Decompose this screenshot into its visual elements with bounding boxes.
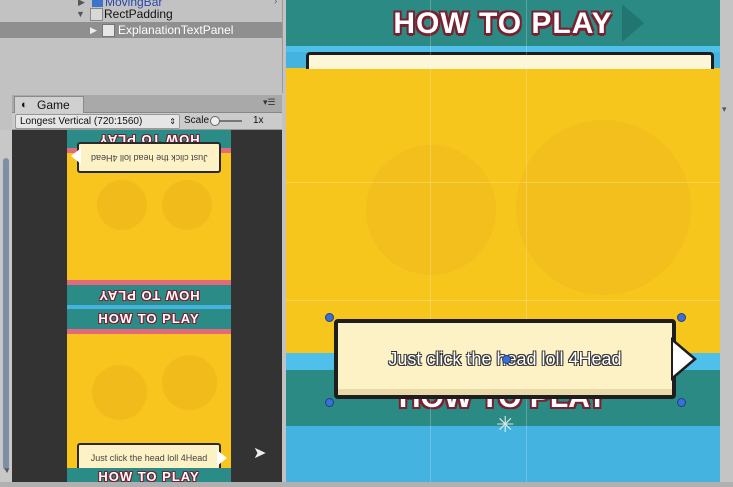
mini-title-flipped: HOW TO PLAY — [98, 288, 200, 303]
rect-handle-bottom-left[interactable] — [325, 398, 334, 407]
content-frame — [306, 52, 714, 69]
grid-line — [430, 0, 431, 482]
mini-text: Just click the head loll 4Head — [90, 453, 208, 463]
game-scrollbar-thumb[interactable] — [3, 158, 9, 470]
grid-line — [526, 0, 527, 482]
face-circle — [366, 145, 496, 275]
mini-title: HOW TO PLAY — [98, 311, 200, 326]
grid-line — [286, 182, 720, 183]
game-view[interactable]: HOW TO PLAY Just click the head loll 4He… — [12, 130, 282, 482]
rect-handle-top-left[interactable] — [325, 313, 334, 322]
mini-face-circle — [92, 365, 147, 420]
dropdown-arrows-icon: ⇕ — [169, 117, 176, 126]
scene-title: HOW TO PLAY — [393, 7, 613, 40]
scale-slider[interactable] — [210, 116, 242, 126]
tab-label: Game — [37, 98, 70, 112]
scene-right-panel: ▾ — [720, 0, 733, 482]
hierarchy-item-label: ExplanationTextPanel — [118, 23, 234, 37]
gameobject-cube-icon — [90, 8, 103, 21]
expand-triangle-icon[interactable]: ▶ — [90, 22, 97, 38]
mini-face-circle — [97, 180, 147, 230]
scene-view[interactable]: HOW TO PLAY HOW TO PLAY Just click the h… — [286, 0, 720, 482]
bottom-strip — [0, 482, 733, 487]
dropdown-arrow-icon[interactable]: ▾ — [722, 104, 727, 115]
mouse-cursor-icon: ➤ — [253, 445, 267, 462]
mini-pink-stripe — [67, 329, 231, 334]
next-arrow-icon[interactable] — [673, 342, 693, 376]
grid-line — [286, 300, 720, 301]
mini-phone-preview: HOW TO PLAY Just click the head loll 4He… — [67, 130, 231, 482]
rect-handle-bottom-right[interactable] — [677, 398, 686, 407]
mini-text-flipped: Just click the head loll 4Head — [90, 153, 208, 163]
resolution-label: Longest Vertical (720:1560) — [20, 116, 143, 127]
pivot-handle[interactable] — [502, 355, 511, 364]
rect-handle-top-right[interactable] — [677, 313, 686, 322]
game-toolbar: Longest Vertical (720:1560) ⇕ Scale 1x — [12, 113, 282, 130]
scale-value: 1x — [253, 115, 264, 126]
face-circle — [516, 120, 691, 295]
mini-arrow-right-icon — [217, 450, 227, 466]
chevron-right-icon[interactable]: › — [274, 0, 277, 7]
mini-face-circle — [162, 180, 212, 230]
collapse-triangle-icon[interactable]: ▼ — [76, 6, 85, 22]
gameobject-cube-icon — [102, 24, 115, 37]
mini-text-panel-flipped: Just click the head loll 4Head — [77, 142, 221, 173]
tab-game[interactable]: ◐ Game — [14, 96, 84, 113]
panel-menu-icon[interactable]: ▾☰ — [263, 97, 276, 108]
hierarchy-item-rectpadding[interactable]: ▼ RectPadding — [0, 6, 282, 22]
anchor-icon[interactable]: ✳ — [496, 412, 514, 438]
mini-arrow-left-icon — [71, 148, 81, 164]
scale-slider-thumb[interactable] — [210, 116, 220, 126]
scale-label: Scale — [184, 115, 210, 126]
hierarchy-item-label: RectPadding — [104, 7, 173, 21]
resolution-dropdown[interactable]: Longest Vertical (720:1560) ⇕ — [15, 114, 180, 129]
mini-title: HOW TO PLAY — [98, 469, 200, 482]
hierarchy-panel: ▶ MovingBar ▼ RectPadding ▶ ExplanationT… — [0, 0, 283, 93]
scroll-down-arrow-icon[interactable]: ▼ — [3, 466, 11, 475]
hierarchy-item-explanationtextpanel[interactable]: ▶ ExplanationTextPanel — [0, 22, 282, 38]
game-view-icon: ◐ — [21, 99, 28, 111]
mini-face-circle — [162, 355, 217, 410]
